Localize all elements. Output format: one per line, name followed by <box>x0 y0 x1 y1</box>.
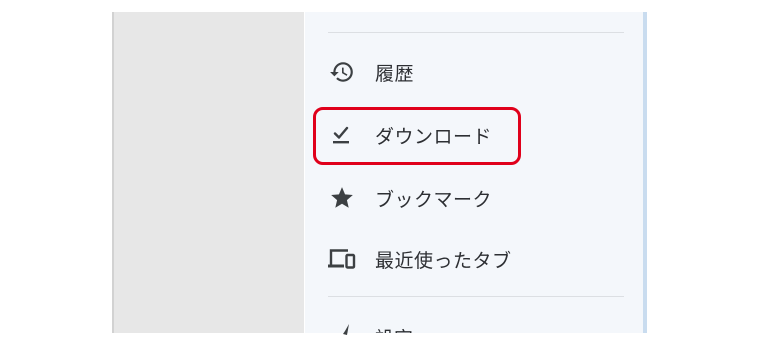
menu-item-history[interactable]: 履歴 <box>305 41 643 103</box>
menu-divider-bottom <box>328 296 624 297</box>
left-pane <box>112 12 304 333</box>
settings-icon[interactable] <box>341 322 353 342</box>
menu-item-label: 履歴 <box>375 62 415 85</box>
overflow-menu: 履歴 ダウンロード ブックマーク 最近使ったタブ <box>305 12 643 335</box>
menu-divider-top <box>328 32 624 33</box>
menu-item-label: ブックマーク <box>375 188 493 211</box>
menu-item-label: 最近使ったタブ <box>375 249 512 272</box>
star-icon <box>327 183 357 213</box>
history-icon <box>327 57 357 87</box>
devices-icon <box>327 244 357 274</box>
highlight-box <box>313 107 521 165</box>
menu-right-border <box>643 12 647 333</box>
menu-item-bookmarks[interactable]: ブックマーク <box>305 167 643 229</box>
menu-item-settings-label[interactable]: 設定 <box>375 324 413 333</box>
left-pane-edge <box>112 12 114 333</box>
menu-item-recent-tabs[interactable]: 最近使ったタブ <box>305 228 643 290</box>
